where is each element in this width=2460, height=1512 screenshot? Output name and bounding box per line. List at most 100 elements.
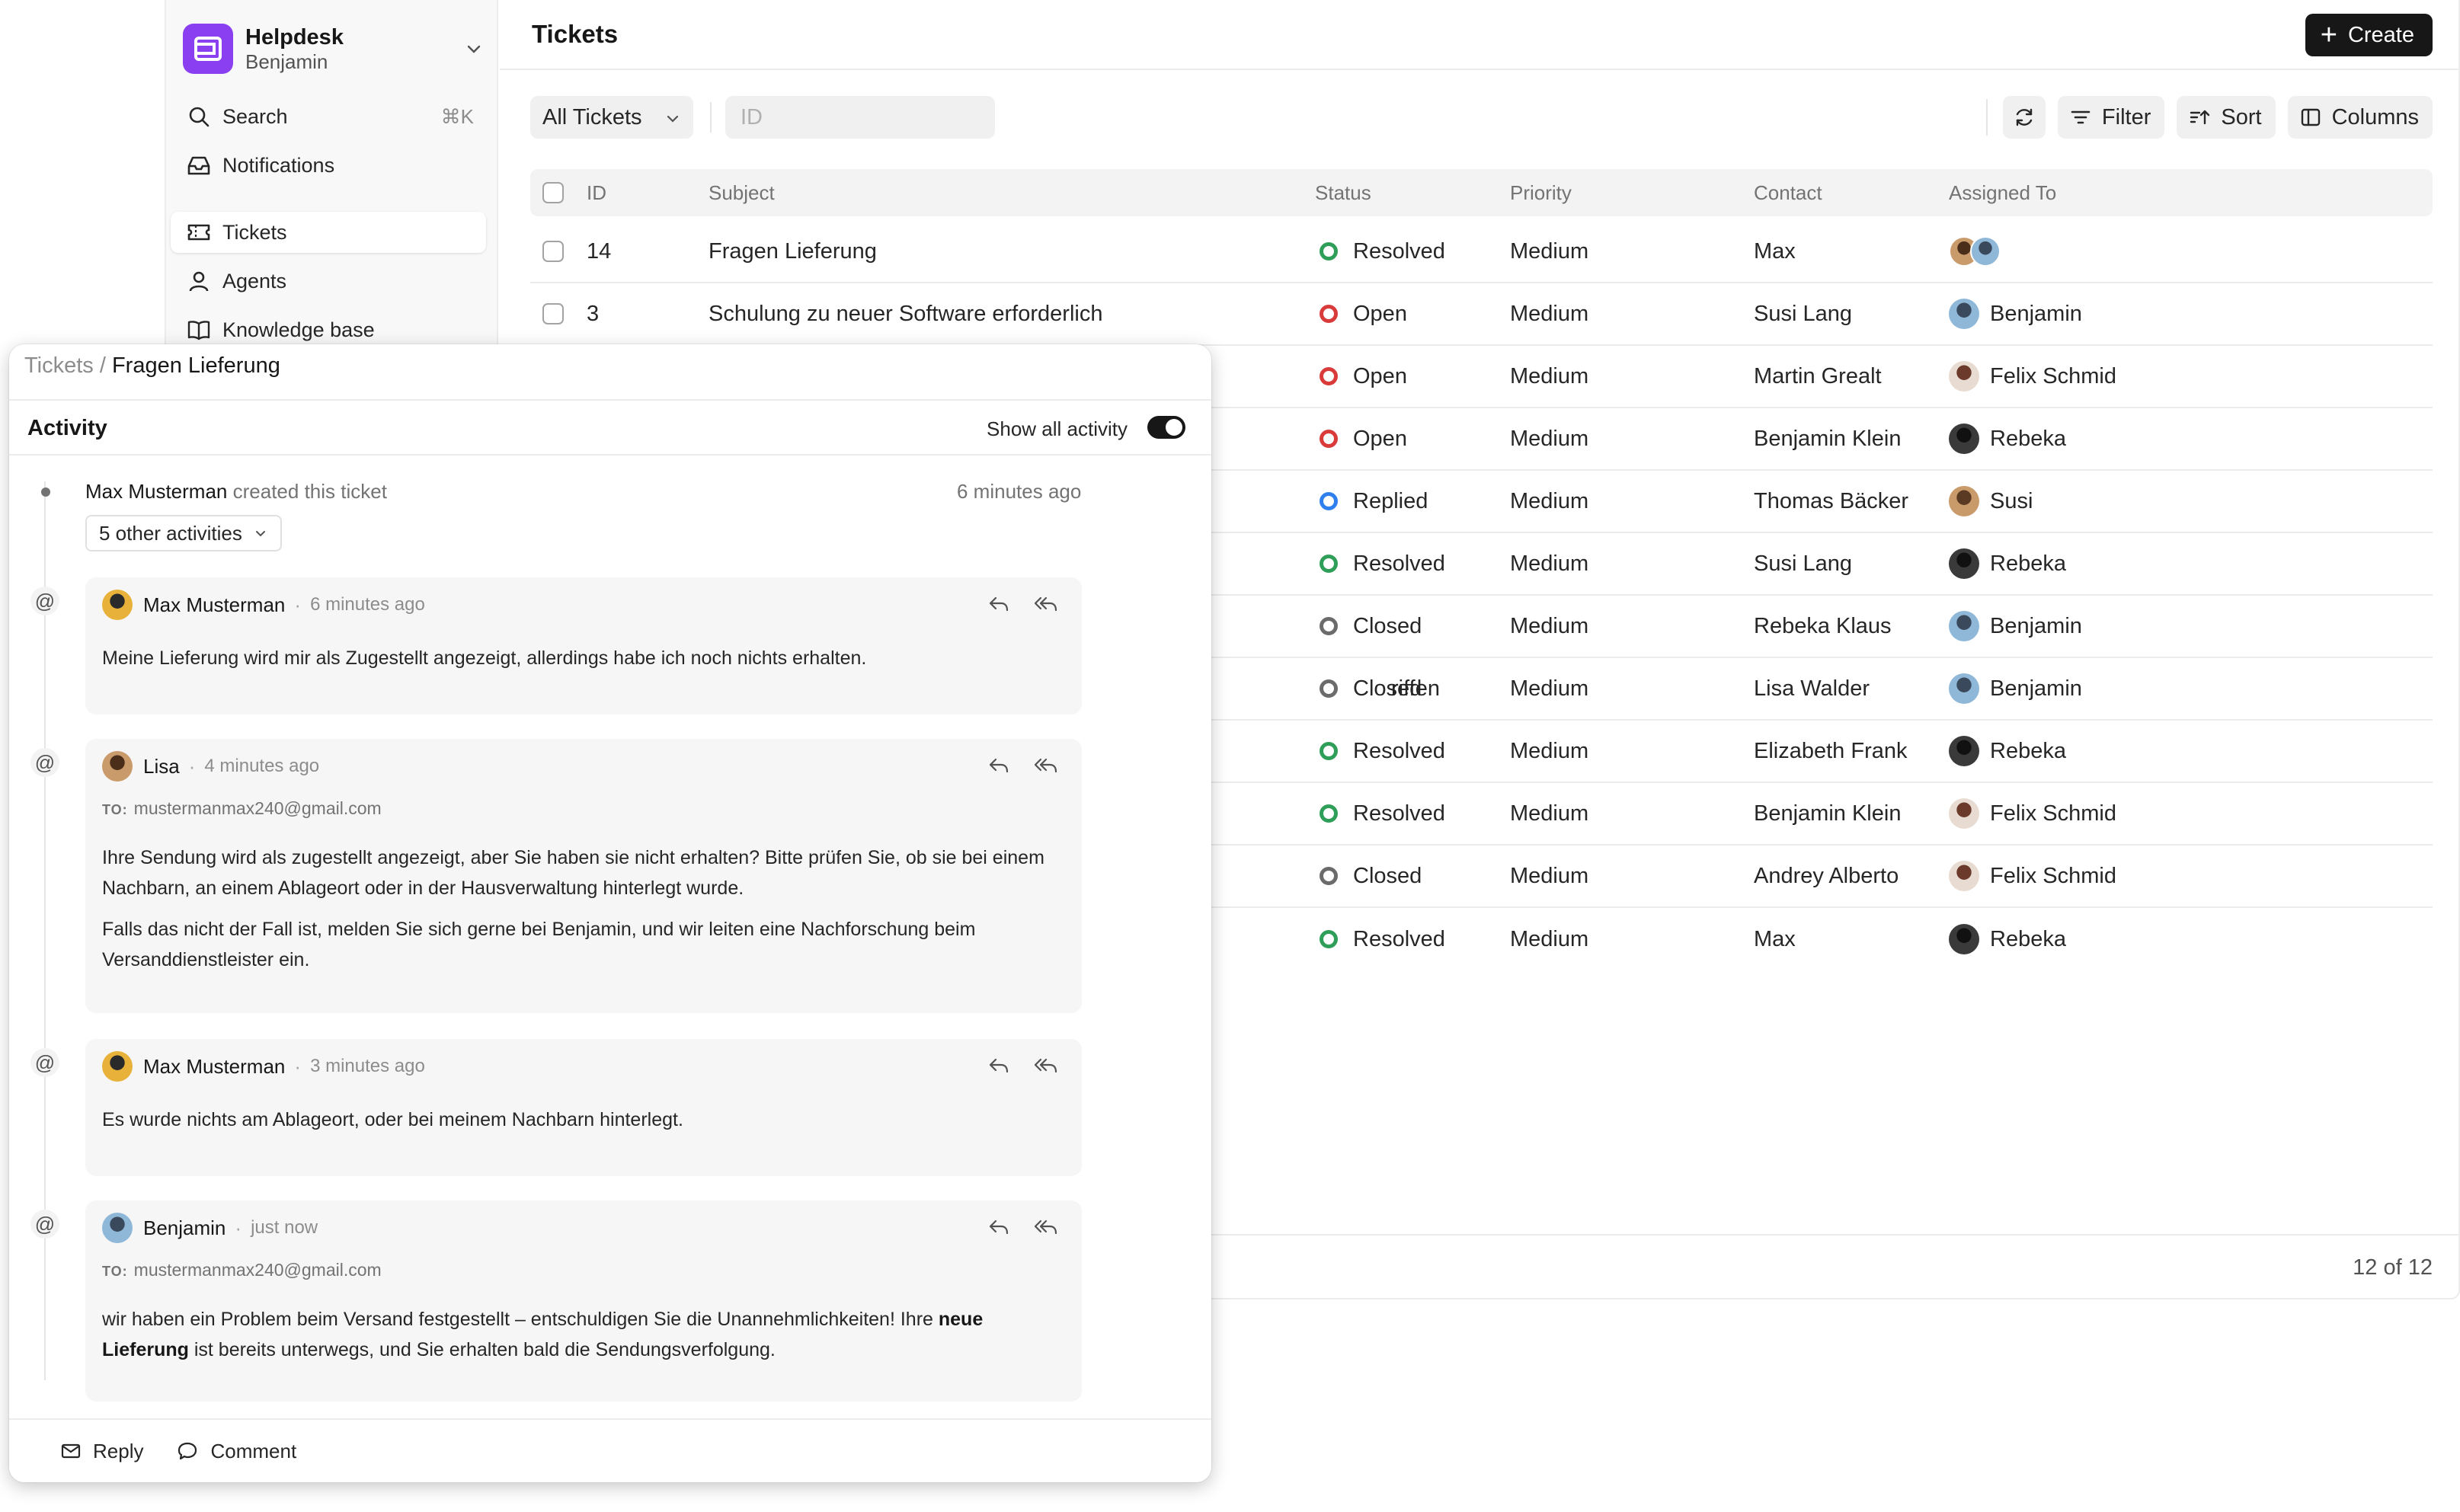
ticket-subject: Schulung zu neuer Software erforderlich	[709, 301, 1103, 326]
select-all-checkbox[interactable]	[542, 182, 564, 203]
created-by: Max Musterman	[85, 480, 228, 503]
status-dot-icon	[1320, 367, 1338, 385]
tickets-table: ID Subject Status Priority Contact Assig…	[530, 169, 2433, 954]
reply-all-icon[interactable]	[1033, 1217, 1059, 1241]
columns-button[interactable]: Columns	[2287, 96, 2433, 139]
view-select[interactable]: All Tickets	[530, 96, 693, 139]
email-activity-icon: @	[30, 1048, 59, 1077]
reply-icon[interactable]	[987, 1056, 1010, 1079]
chevron-down-icon	[664, 108, 681, 133]
to-label: TO:	[102, 802, 128, 817]
user-icon	[186, 268, 212, 294]
reply-button[interactable]: Reply	[61, 1440, 143, 1463]
assignee-name: Felix Schmid	[1990, 801, 2116, 826]
status-label: Open	[1353, 301, 1407, 326]
author-avatar	[102, 1213, 133, 1243]
toolbar-divider	[1985, 99, 1988, 136]
assignee-avatar-group	[1949, 236, 2001, 267]
email-activity-icon: @	[30, 1210, 59, 1239]
view-select-value: All Tickets	[542, 104, 642, 129]
columns-icon	[2300, 107, 2321, 127]
ticket-contact: Benjamin Klein	[1754, 426, 1902, 451]
column-header-priority[interactable]: Priority	[1510, 181, 1572, 205]
breadcrumb-separator: /	[99, 353, 106, 378]
status-label: Resolved	[1353, 738, 1445, 763]
reply-icon[interactable]	[987, 756, 1010, 779]
create-ticket-button[interactable]: + Create	[2305, 14, 2433, 56]
column-header-status[interactable]: Status	[1315, 181, 1371, 205]
sidebar-item-tickets[interactable]: Tickets	[171, 212, 486, 253]
reply-all-icon[interactable]	[1033, 1056, 1059, 1079]
sort-button-label: Sort	[2221, 104, 2262, 129]
ticket-assignee: Susi	[1949, 486, 2033, 516]
column-header-id[interactable]: ID	[587, 181, 606, 205]
column-header-contact[interactable]: Contact	[1754, 181, 1822, 205]
ticket-created-event: Max Musterman created this ticket	[85, 480, 387, 503]
sidebar-item-label: Notifications	[222, 153, 335, 177]
sidebar-item-agents[interactable]: Agents	[171, 261, 486, 302]
id-filter-input[interactable]	[725, 96, 995, 139]
status-dot-icon	[1320, 867, 1338, 885]
panel-footer: Reply Comment	[9, 1418, 1211, 1482]
filter-button[interactable]: Filter	[2057, 96, 2165, 139]
to-label: TO:	[102, 1264, 128, 1279]
message-card: Lisa · 4 minutes ago TO: mustermanmax240@gma…	[85, 739, 1082, 1013]
reply-all-icon[interactable]	[1033, 756, 1059, 779]
status-dot-icon	[1320, 492, 1338, 510]
ticket-assignee: Rebeka	[1949, 548, 2066, 579]
sidebar-item-notifications[interactable]: Notifications	[171, 145, 486, 186]
ticket-contact: Rebeka Klaus	[1754, 613, 1892, 638]
reply-icon[interactable]	[987, 1217, 1010, 1241]
status-label: Closed	[1353, 613, 1422, 638]
created-text: created this ticket	[232, 480, 387, 503]
comment-button[interactable]: Comment	[177, 1440, 296, 1463]
other-activities-dropdown[interactable]: 5 other activities	[85, 515, 282, 551]
timeline-dot	[41, 487, 50, 497]
message-recipient: TO: mustermanmax240@gmail.com	[102, 798, 382, 819]
workspace-switcher[interactable]: Helpdesk Benjamin	[183, 20, 488, 78]
ticket-assignee: Rebeka	[1949, 424, 2066, 454]
chevron-down-icon	[253, 526, 268, 541]
refresh-button[interactable]	[2002, 96, 2046, 139]
breadcrumb-tickets-link[interactable]: Tickets	[24, 353, 94, 378]
message-body: Es wurde nichts am Ablageort, oder bei m…	[102, 1104, 1051, 1135]
status-label: Open	[1353, 426, 1407, 451]
plus-icon: +	[2320, 19, 2337, 51]
show-all-activity-label: Show all activity	[987, 417, 1128, 440]
search-shortcut: ⌘K	[440, 104, 474, 128]
row-checkbox[interactable]	[542, 241, 564, 262]
message-time: just now	[251, 1217, 318, 1238]
table-row[interactable]: 14 Fragen Lieferung Resolved Medium Max	[530, 221, 2433, 283]
reply-all-icon[interactable]	[1033, 594, 1059, 618]
author-avatar	[102, 590, 133, 620]
sort-icon	[2189, 108, 2210, 126]
recipient-email: mustermanmax240@gmail.com	[133, 1260, 382, 1280]
ticket-priority: Medium	[1510, 363, 1589, 388]
table-row[interactable]: 3 Schulung zu neuer Software erforderlich…	[530, 283, 2433, 346]
assignee-name: Rebeka	[1990, 426, 2066, 451]
message-time: 6 minutes ago	[310, 594, 425, 615]
sidebar-item-search[interactable]: Search ⌘K	[171, 96, 486, 137]
show-all-activity-toggle[interactable]	[1147, 416, 1185, 439]
message-paragraph: Meine Lieferung wird mir als Zugestellt …	[102, 647, 867, 669]
row-checkbox[interactable]	[542, 303, 564, 324]
sidebar-item-label: Knowledge base	[222, 318, 375, 341]
pagination-count: 12 of 12	[2353, 1255, 2433, 1280]
book-icon	[186, 317, 212, 343]
ticket-status: Closed	[1320, 676, 1422, 702]
created-time: 6 minutes ago	[957, 480, 1082, 503]
ticket-assignee: Rebeka	[1949, 924, 2066, 954]
status-dot-icon	[1320, 430, 1338, 448]
column-header-assigned-to[interactable]: Assigned To	[1949, 181, 2056, 205]
column-header-subject[interactable]: Subject	[709, 181, 775, 205]
assignee-avatar	[1949, 798, 1979, 829]
columns-button-label: Columns	[2331, 104, 2419, 129]
reply-icon[interactable]	[987, 594, 1010, 618]
message-paragraph: Falls das nicht der Fall ist, melden Sie…	[102, 919, 976, 970]
ticket-priority: Medium	[1510, 801, 1589, 826]
ticket-status: Resolved	[1320, 551, 1445, 577]
ticket-contact: Martin Grealt	[1754, 363, 1882, 388]
breadcrumb-current: Fragen Lieferung	[111, 353, 280, 378]
ticket-contact: Susi Lang	[1754, 551, 1852, 576]
sort-button[interactable]: Sort	[2177, 96, 2276, 139]
